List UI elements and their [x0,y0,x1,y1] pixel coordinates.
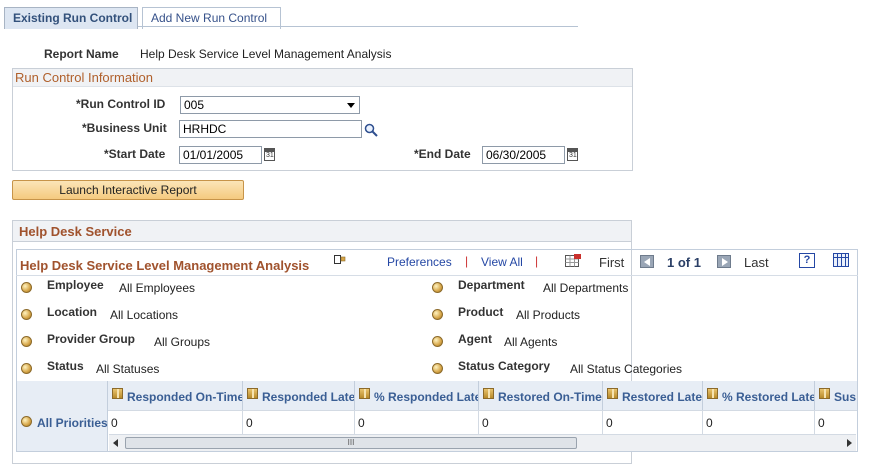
column-header-restored-late[interactable]: Restored Late [603,381,703,410]
filter-status-label: Status [47,359,84,373]
filter-bullet-icon[interactable] [432,309,443,320]
row-bullet-icon[interactable] [21,416,32,427]
end-date-value: 06/30/2005 [486,148,547,162]
filter-provider-group-label: Provider Group [47,332,136,346]
last-page-label[interactable]: Last [744,255,769,270]
business-unit-label: *Business Unit [82,121,167,135]
filter-status-category-value: All Status Categories [570,362,683,376]
filter-status-value: All Statuses [96,362,160,376]
filter-status-category-label: Status Category [458,359,551,373]
all-priorities-link[interactable]: All Priorities [37,416,108,430]
filter-bullet-icon[interactable] [432,282,443,293]
launch-interactive-report-button[interactable]: Launch Interactive Report [12,180,244,200]
filter-bullet-icon[interactable] [21,309,32,320]
grid-scroll-area: Responded On-Time Responded Late % Respo… [108,381,857,434]
run-control-id-label: *Run Control ID [76,97,166,111]
calendar-icon[interactable]: 31 [567,148,578,161]
filter-bullet-icon[interactable] [432,363,443,374]
scroll-left-icon[interactable] [113,439,118,447]
show-all-columns-icon[interactable] [833,253,850,268]
filter-location-label: Location [47,305,97,319]
toolbar-separator: | [465,254,469,268]
horizontal-scrollbar[interactable]: III [109,434,856,451]
grid-title: Help Desk Service Level Management Analy… [20,258,310,273]
view-all-link[interactable]: View All [481,255,523,269]
column-header-responded-late[interactable]: Responded Late [243,381,355,410]
help-desk-section-header: Help Desk Service [12,220,632,242]
grid-value-cell: 0 [108,410,243,434]
filter-employee-value: All Employees [119,281,196,295]
start-date-input[interactable]: 01/01/2005 [179,146,262,164]
column-cube-icon [819,388,830,399]
column-cube-icon [707,388,718,399]
column-header-percent-restored-late[interactable]: % Restored Late [703,381,815,410]
preferences-link[interactable]: Preferences [387,255,452,269]
grid-value-cell: 0 [603,410,703,434]
column-cube-icon [483,388,494,399]
column-header-sus[interactable]: Sus [815,381,857,410]
search-icon[interactable] [364,123,378,137]
help-desk-section-title: Help Desk Service [19,224,132,239]
filter-product-value: All Products [516,308,581,322]
filter-bullet-icon[interactable] [21,363,32,374]
calendar-icon[interactable]: 31 [264,148,275,161]
chevron-down-icon [347,103,355,108]
run-control-title: Run Control Information [15,70,154,85]
column-cube-icon [112,388,123,399]
download-icon[interactable] [334,255,346,265]
start-date-label: *Start Date [104,147,166,161]
toolbar-separator: | [535,254,539,268]
start-date-value: 01/01/2005 [183,148,244,162]
run-control-id-select[interactable]: 005 [180,96,360,114]
page-indicator: 1 of 1 [667,255,701,270]
column-cube-icon [247,388,258,399]
grid-value-cell: 0 [815,410,857,434]
filter-product-label: Product [458,305,504,319]
filter-location-value: All Locations [110,308,179,322]
column-cube-icon [359,388,370,399]
column-header-restored-on-time[interactable]: Restored On-Time [479,381,603,410]
end-date-label: *End Date [414,147,471,161]
scroll-right-icon[interactable] [847,439,852,447]
next-arrow-icon[interactable] [717,255,731,268]
filter-bullet-icon[interactable] [21,282,32,293]
tab-underline [138,26,578,27]
grid-value-cell: 0 [243,410,355,434]
filter-department-value: All Departments [543,281,629,295]
grid-value-cell: 0 [355,410,479,434]
grid-value-cell: 0 [703,410,815,434]
report-name-value: Help Desk Service Level Management Analy… [140,47,392,61]
business-unit-value: HRHDC [183,122,227,136]
tab-existing-run-control[interactable]: Existing Run Control [4,7,138,29]
filter-bullet-icon[interactable] [21,336,32,347]
filter-department-label: Department [458,278,525,292]
filter-bullet-icon[interactable] [432,336,443,347]
filter-employee-label: Employee [47,278,104,292]
grid-value-cell: 0 [479,410,603,434]
previous-arrow-icon[interactable] [640,255,654,268]
run-control-group-header: Run Control Information [13,69,632,87]
business-unit-input[interactable]: HRHDC [179,120,362,138]
column-cube-icon [607,388,618,399]
column-header-percent-responded-late[interactable]: % Responded Late [355,381,479,410]
column-header-responded-on-time[interactable]: Responded On-Time [108,381,243,410]
grid-corner-header [17,381,108,410]
report-name-label: Report Name [44,47,119,61]
scroll-thumb[interactable]: III [125,437,577,449]
grid-spreadsheet-icon[interactable] [565,254,581,268]
run-control-id-value: 005 [184,98,205,112]
grid-row-header: All Priorities [17,410,108,451]
help-icon[interactable]: ? [799,253,815,268]
first-page-label[interactable]: First [599,255,624,270]
end-date-input[interactable]: 06/30/2005 [482,146,565,164]
filter-provider-group-value: All Groups [154,335,211,349]
filter-agent-value: All Agents [504,335,558,349]
filter-agent-label: Agent [458,332,492,346]
